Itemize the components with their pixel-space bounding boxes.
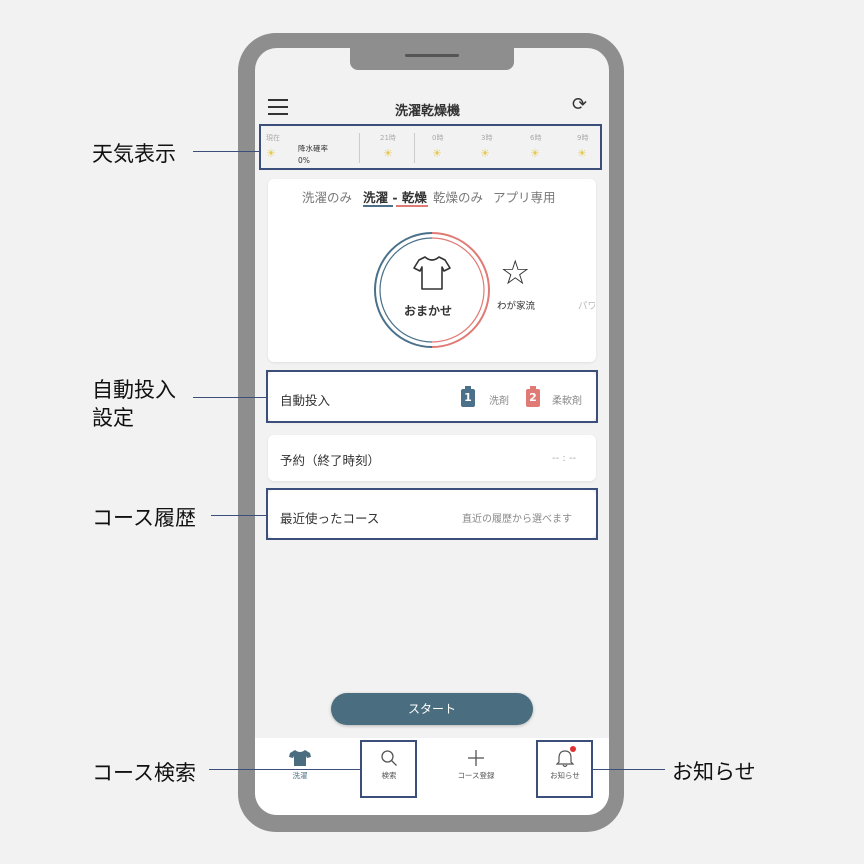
start-button[interactable]: スタート [331,693,533,725]
nav-item-wash[interactable] [288,748,312,768]
tab-dry-only[interactable]: 乾燥のみ [433,187,483,206]
callout-auto-dose-box [266,370,598,423]
tshirt-icon [289,750,311,766]
tshirt-icon [413,256,451,290]
annotation-search: コース検索 [92,761,196,785]
course-omakase-label: おまかせ [404,304,453,318]
callout-search-line [209,769,360,770]
app-title: 洗濯乾燥機 [395,104,461,119]
reservation-value: -- : -- [552,453,577,464]
phone-notch [350,44,514,70]
callout-notice-line [593,769,665,770]
tab-wash-dry[interactable]: 洗濯 - 乾燥 [363,187,427,206]
active-tab-underline-wash [363,205,393,207]
hamburger-icon[interactable] [268,99,288,120]
callout-search-box [360,740,417,798]
tab-wash-only[interactable]: 洗濯のみ [302,187,352,206]
annotation-weather: 天気表示 [92,142,176,166]
annotation-auto-dose-line1: 自動投入 [92,378,176,402]
reservation-label: 予約（終了時刻） [280,453,381,468]
refresh-icon[interactable]: ⟳ [572,94,587,115]
callout-weather-line [193,151,259,152]
nav-label-register[interactable]: コース登録 [446,770,506,781]
callout-history-line [211,515,266,516]
course-partial-label[interactable]: パワ [578,298,595,312]
callout-notice-box [536,740,593,798]
nav-label-wash: 洗濯 [292,771,308,780]
annotation-history: コース履歴 [92,506,196,530]
speaker-grille [405,54,459,57]
annotation-auto-dose-line2: 設定 [92,406,134,430]
star-icon[interactable]: ☆ [500,256,530,290]
callout-auto-dose-line [193,397,266,398]
plus-icon[interactable] [467,749,485,767]
callout-history-box [266,488,598,540]
annotation-notice: お知らせ [672,760,756,784]
callout-weather-box [259,124,602,170]
tab-app-only[interactable]: アプリ専用 [493,187,556,206]
active-tab-underline-dry [396,205,428,207]
course-wagaya-label[interactable]: わが家流 [497,298,535,312]
